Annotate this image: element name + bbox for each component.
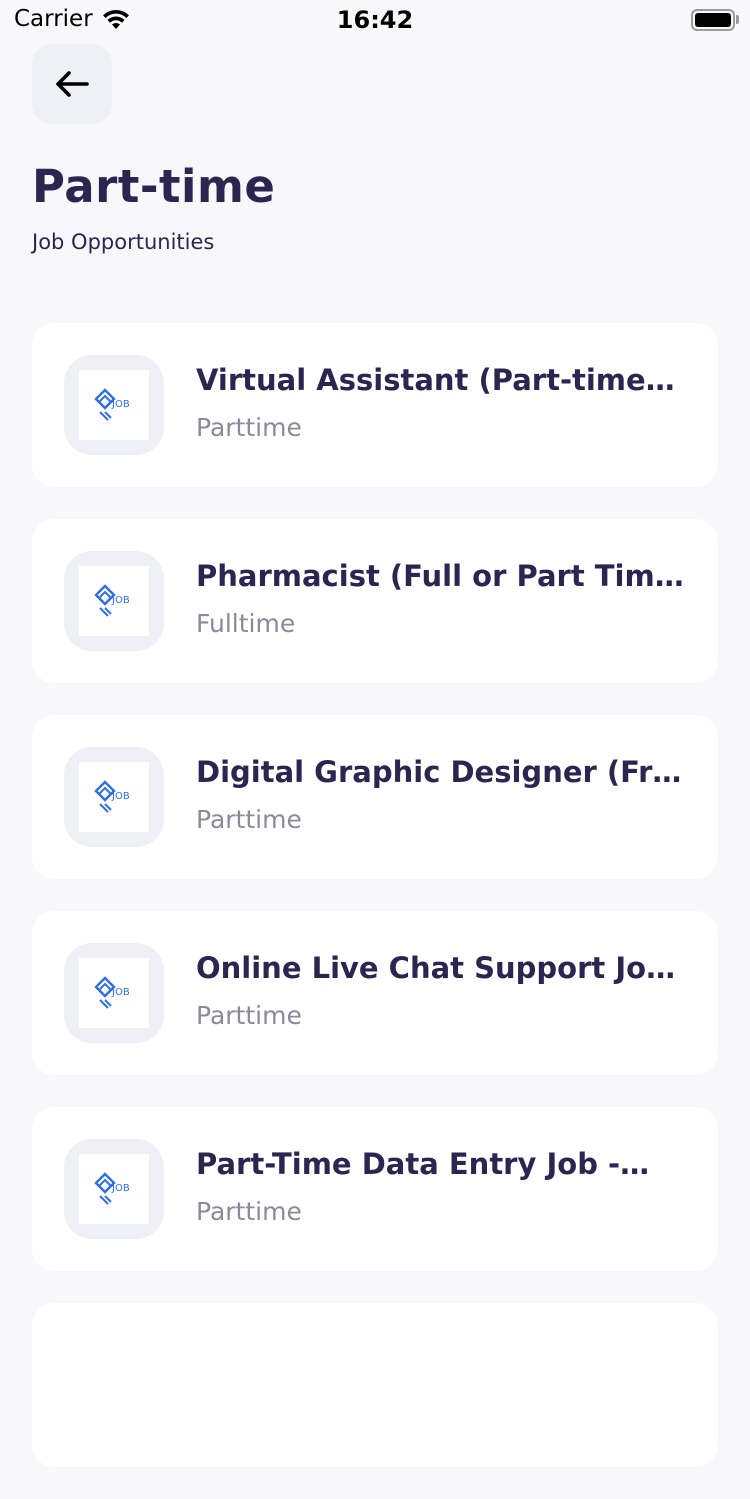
job-type: Parttime: [196, 413, 302, 442]
back-button[interactable]: [32, 44, 112, 124]
job-card[interactable]: JOB Part-Time Data Entry Job -… Parttime: [32, 1107, 718, 1271]
clock: 16:42: [336, 6, 414, 34]
job-card[interactable]: JOB Digital Graphic Designer (Fr… Partti…: [32, 715, 718, 879]
battery-icon: [691, 9, 735, 31]
battery-tip: [736, 15, 739, 24]
arrow-left-icon: [56, 71, 89, 97]
job-card[interactable]: JOB Virtual Assistant (Part-time… Partti…: [32, 323, 718, 487]
job-type: Fulltime: [196, 609, 296, 638]
page-subtitle: Job Opportunities: [32, 230, 215, 254]
job-title: Part-Time Data Entry Job -…: [196, 1147, 650, 1181]
company-logo: JOB: [64, 943, 164, 1043]
company-logo: JOB: [64, 355, 164, 455]
job-card-partial[interactable]: [32, 1303, 718, 1467]
job-logo-icon: JOB: [94, 388, 130, 421]
svg-text:JOB: JOB: [111, 399, 130, 410]
job-card[interactable]: JOB Pharmacist (Full or Part Time) Fullt…: [32, 519, 718, 683]
page-title: Part-time: [32, 160, 276, 213]
job-list: JOB Virtual Assistant (Part-time… Partti…: [32, 323, 718, 1499]
job-title: Pharmacist (Full or Part Time): [196, 559, 686, 593]
svg-text:JOB: JOB: [111, 1183, 130, 1194]
job-logo-icon: JOB: [94, 976, 130, 1009]
svg-text:JOB: JOB: [111, 791, 130, 802]
svg-text:JOB: JOB: [111, 987, 130, 998]
job-card[interactable]: JOB Online Live Chat Support Jo… Parttim…: [32, 911, 718, 1075]
job-type: Parttime: [196, 805, 302, 834]
job-type: Parttime: [196, 1001, 302, 1030]
job-type: Parttime: [196, 1197, 302, 1226]
job-logo-icon: JOB: [94, 1172, 130, 1205]
job-title: Online Live Chat Support Jo…: [196, 951, 676, 985]
company-logo: JOB: [64, 551, 164, 651]
job-logo-icon: JOB: [94, 584, 130, 617]
company-logo: JOB: [64, 747, 164, 847]
company-logo: JOB: [64, 1139, 164, 1239]
job-logo-icon: JOB: [94, 780, 130, 813]
job-title: Virtual Assistant (Part-time…: [196, 363, 675, 397]
svg-text:JOB: JOB: [111, 595, 130, 606]
job-title: Digital Graphic Designer (Fr…: [196, 755, 682, 789]
status-bar: Carrier 16:42: [0, 0, 750, 40]
